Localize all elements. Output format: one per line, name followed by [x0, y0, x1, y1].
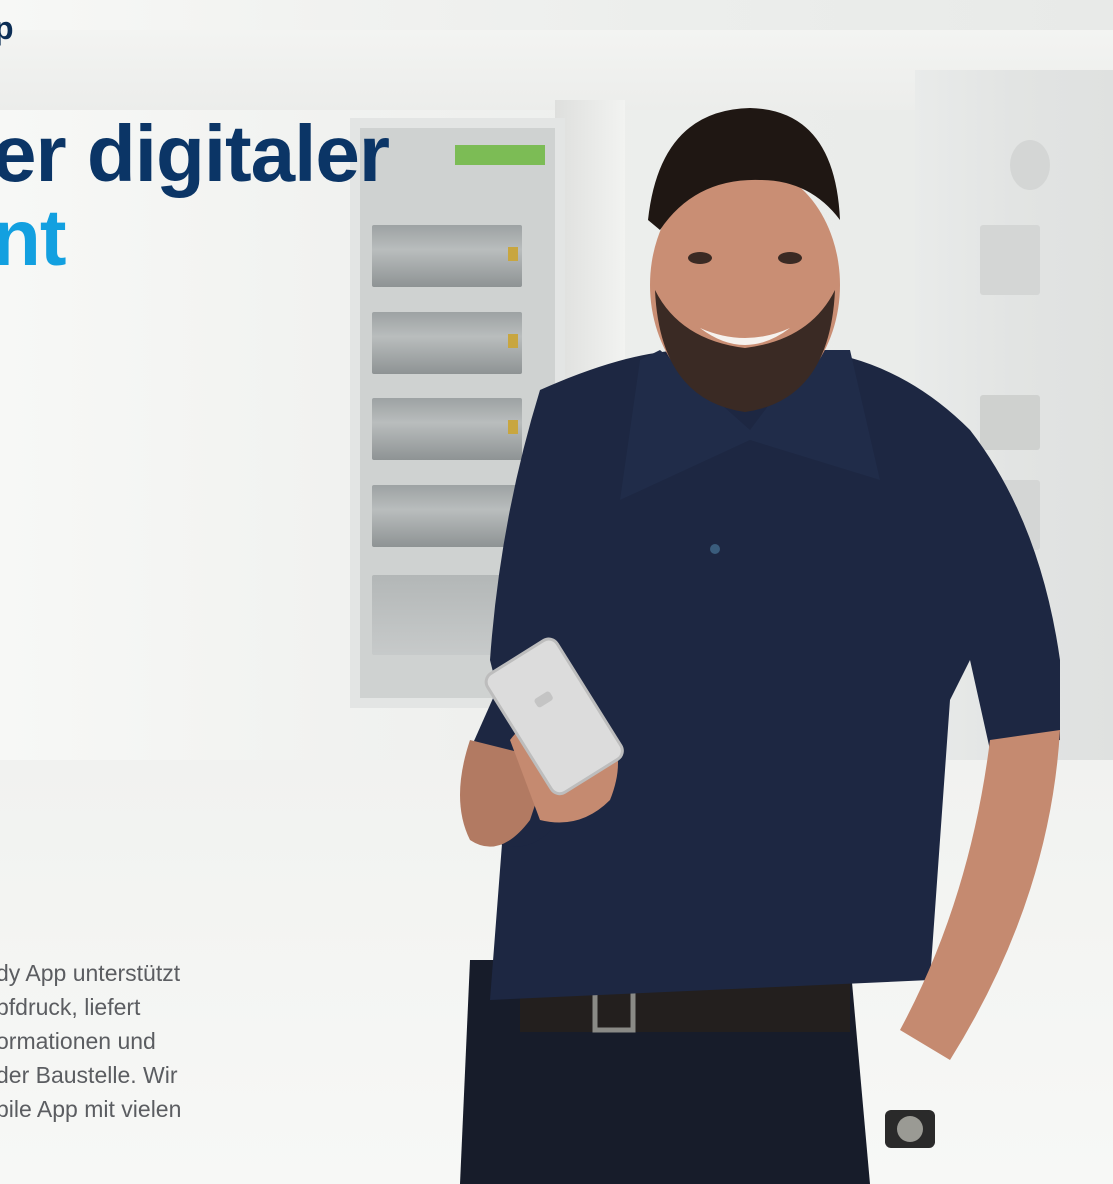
headline-line-2: nt [0, 193, 67, 282]
section-eyebrow: p [0, 10, 14, 46]
paragraph-line: bile App mit vielen [0, 1096, 182, 1122]
paragraph-line: ormationen und [0, 1028, 156, 1054]
paragraph-line: dy App unterstützt [0, 960, 181, 986]
person-figure [430, 100, 1070, 1184]
paragraph-line: pfdruck, liefert [0, 994, 141, 1020]
intro-paragraph: dy App unterstützt pfdruck, liefert orma… [0, 956, 316, 1126]
person-illustration [460, 108, 1060, 1184]
page-headline: er digitaler nt [0, 109, 390, 282]
paragraph-line: der Baustelle. Wir [0, 1062, 178, 1088]
headline-line-1: er digitaler [0, 109, 390, 198]
